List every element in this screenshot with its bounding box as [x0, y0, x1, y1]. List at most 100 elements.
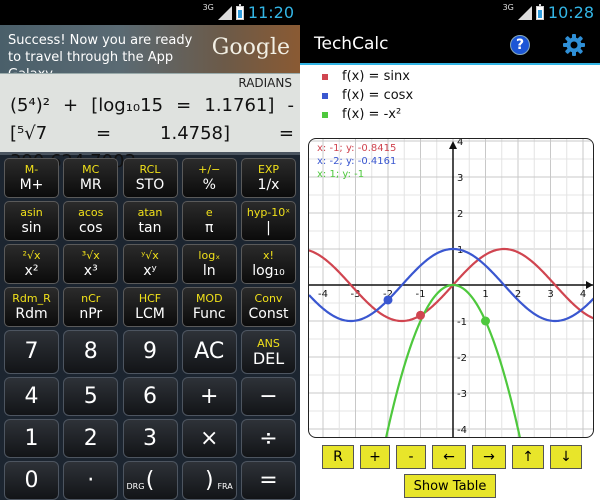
- key-secondary-label: Conv: [254, 291, 283, 305]
- sci-key[interactable]: x! log₁₀: [241, 244, 296, 284]
- sci-key[interactable]: nCr nPr: [63, 287, 119, 327]
- legend-item: f(x) = -x²: [322, 105, 413, 124]
- graph-canvas[interactable]: -4 -3 -2 -1 1 2 3 44321-1-2-3-4: [309, 139, 594, 438]
- ad-banner[interactable]: Success! Now you are ready to travel thr…: [0, 25, 300, 82]
- num-key-row: 0 · DRG(FRA) =: [0, 461, 300, 500]
- key-primary-label: M+: [19, 176, 44, 193]
- num-key[interactable]: 1: [4, 419, 59, 458]
- legend-swatch: [322, 73, 328, 80]
- fra-label: FRA: [217, 482, 233, 491]
- sci-key[interactable]: logₓ ln: [181, 244, 237, 284]
- key-primary-label: log₁₀: [252, 262, 285, 279]
- sci-key[interactable]: ³√x x³: [63, 244, 119, 284]
- pan-right-button[interactable]: →: [472, 445, 506, 469]
- sci-key[interactable]: atan tan: [122, 201, 178, 241]
- key-primary-label: cos: [78, 219, 103, 236]
- pan-up-button[interactable]: ↑: [512, 445, 544, 469]
- legend-label: f(x) = sinx: [342, 69, 410, 84]
- sci-key[interactable]: MC MR: [63, 158, 119, 198]
- x-tick-label: 4: [580, 289, 586, 300]
- legend-swatch: [322, 92, 328, 99]
- zoom-in-button[interactable]: +: [360, 445, 390, 469]
- sci-key[interactable]: ʸ√x xʸ: [122, 244, 178, 284]
- angle-mode-indicator: RADIANS: [238, 76, 292, 90]
- status-bar: 3G 11:20: [0, 0, 300, 25]
- num-key[interactable]: 2: [63, 419, 119, 458]
- num-key[interactable]: ÷: [241, 419, 296, 458]
- num-key[interactable]: DRG(: [122, 461, 178, 500]
- sci-key[interactable]: +/−%: [181, 158, 237, 198]
- sci-key[interactable]: HCF LCM: [122, 287, 178, 327]
- sci-key[interactable]: Conv Const: [241, 287, 296, 327]
- y-tick-label: 4: [457, 139, 463, 148]
- num-key[interactable]: 6: [122, 377, 178, 416]
- status-bar: 3G 10:28: [300, 0, 600, 25]
- num-key[interactable]: +: [181, 377, 237, 416]
- key-secondary-label: +/−: [198, 162, 221, 176]
- show-table-button[interactable]: Show Table: [404, 474, 496, 498]
- key-primary-label: Func: [192, 305, 226, 322]
- sci-key[interactable]: RCL STO: [122, 158, 178, 198]
- num-key[interactable]: 7: [4, 330, 59, 374]
- pan-left-button[interactable]: ←: [432, 445, 466, 469]
- graphing-screen: 3G 10:28 TechCalc ? f(x) = sinx f(x) = co…: [300, 0, 600, 500]
- num-key[interactable]: 3: [122, 419, 178, 458]
- num-key[interactable]: AC: [181, 330, 237, 374]
- num-key[interactable]: FRA): [181, 461, 237, 500]
- num-key[interactable]: 5: [63, 377, 119, 416]
- num-key[interactable]: −: [241, 377, 296, 416]
- key-primary-label: Rdm: [15, 305, 48, 322]
- key-primary-label: MR: [79, 176, 102, 193]
- y-tick-label: -2: [457, 353, 467, 364]
- calculator-display: RADIANS (5⁴)² + [log₁₀15 = 1.1761] - [⁵√…: [0, 73, 300, 172]
- x-tick-label: 3: [547, 289, 553, 300]
- key-label: DEL: [252, 348, 285, 368]
- sci-key[interactable]: EXP 1/x: [241, 158, 296, 198]
- sci-key[interactable]: eπ: [181, 201, 237, 241]
- sci-key[interactable]: M- M+: [4, 158, 59, 198]
- key-primary-label: x³: [83, 262, 98, 279]
- key-label: 5: [83, 383, 98, 409]
- y-axis-arrow: [449, 141, 457, 149]
- key-label: =: [259, 467, 278, 493]
- battery-icon: [535, 3, 544, 20]
- reset-button[interactable]: R: [322, 445, 354, 469]
- coordinate-readout: x: 1; y: -1: [317, 169, 365, 180]
- signal-icon: [217, 5, 232, 20]
- sci-key[interactable]: acos cos: [63, 201, 119, 241]
- sci-key[interactable]: asin sin: [4, 201, 59, 241]
- trace-point: [481, 316, 490, 326]
- help-icon[interactable]: ?: [510, 35, 530, 55]
- graph-controls: R + - ← → ↑ ↓: [322, 445, 582, 469]
- calculator-screen: 3G 11:20 Success! Now you are ready to t…: [0, 0, 300, 500]
- zoom-out-button[interactable]: -: [396, 445, 426, 469]
- key-primary-label: nPr: [79, 305, 103, 322]
- key-primary-label: STO: [135, 176, 165, 193]
- function-graph[interactable]: -4 -3 -2 -1 1 2 3 4 4 3 2 1 -1 -2 -3 -4 x: -1; y: -0.84…: [308, 138, 594, 438]
- x-axis-arrow: [586, 281, 593, 289]
- num-key[interactable]: 8: [63, 330, 119, 374]
- num-key[interactable]: 4: [4, 377, 59, 416]
- sci-key[interactable]: ²√x x²: [4, 244, 59, 284]
- ad-logo: Google: [211, 35, 290, 60]
- key-secondary-label: HCF: [138, 291, 162, 305]
- network-type: 3G: [202, 3, 214, 12]
- num-key[interactable]: 0: [4, 461, 59, 500]
- num-key[interactable]: =: [241, 461, 296, 500]
- sci-key[interactable]: Rdm_R Rdm: [4, 287, 59, 327]
- key-label: 7: [24, 339, 39, 364]
- key-secondary-label: ³√x: [81, 248, 100, 262]
- num-key-row: 4 5 6 + −: [0, 377, 300, 416]
- key-label: 3: [143, 425, 157, 451]
- key-label: 6: [143, 383, 157, 409]
- pan-down-button[interactable]: ↓: [550, 445, 582, 469]
- num-key[interactable]: ·: [63, 461, 119, 500]
- key-label: ·: [87, 467, 95, 493]
- num-key[interactable]: ×: [181, 419, 237, 458]
- num-key[interactable]: 9: [122, 330, 178, 374]
- sci-key[interactable]: MOD Func: [181, 287, 237, 327]
- num-key[interactable]: ANS DEL: [241, 330, 296, 374]
- sci-key[interactable]: hyp-10ˣ |: [241, 201, 296, 241]
- gear-icon[interactable]: [562, 33, 586, 57]
- key-primary-label: |: [266, 219, 271, 236]
